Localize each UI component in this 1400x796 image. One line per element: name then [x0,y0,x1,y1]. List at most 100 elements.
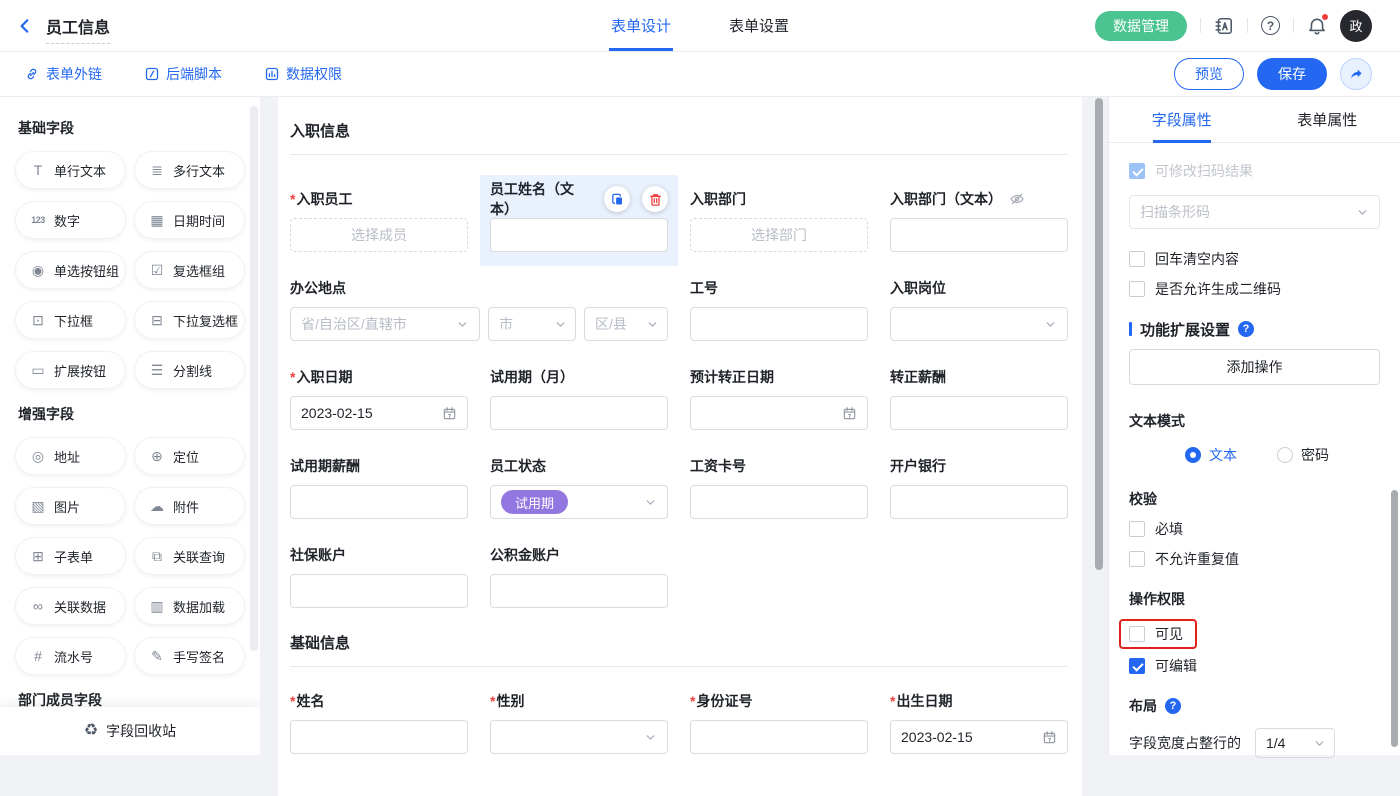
palette-item[interactable]: ☁ 附件 [135,488,244,524]
text-input[interactable] [690,485,868,519]
header-tab-active[interactable]: 表单设计 [611,0,671,51]
toolbar-link[interactable]: 数据权限 [264,64,342,84]
form-field[interactable]: *入职员工选择成员 [290,189,468,252]
add-action-button[interactable]: 添加操作 [1129,349,1380,385]
date-input[interactable]: 2023-02-15 [890,720,1068,754]
date-input[interactable]: 2023-02-15 [290,396,468,430]
form-field[interactable]: 工号 [690,278,868,341]
form-field[interactable]: 试用期薪酬 [290,456,468,519]
palette-item[interactable]: ✎ 手写签名 [135,638,244,674]
palette-item[interactable]: ▥ 数据加载 [135,588,244,624]
palette-item[interactable]: ⧉ 关联查询 [135,538,244,574]
text-input[interactable] [490,574,668,608]
select-control[interactable]: 试用期 [490,485,668,519]
form-field[interactable]: 入职部门（文本） [890,189,1068,252]
save-button[interactable]: 保存 [1257,58,1327,90]
palette-item[interactable]: # 流水号 [16,638,125,674]
form-field-selected[interactable]: 员工姓名（文本） [490,189,668,252]
palette-item[interactable]: ⊕ 定位 [135,438,244,474]
address-book-button[interactable] [1214,16,1234,36]
help-icon[interactable]: ? [1238,321,1254,337]
header-tab-inactive[interactable]: 表单设置 [729,0,789,51]
help-icon[interactable]: ? [1165,698,1181,714]
notification-button[interactable] [1307,16,1327,36]
address-select[interactable]: 区/县 [584,307,668,341]
hidden-field-button[interactable] [1009,191,1025,207]
text-input[interactable] [890,218,1068,252]
palette-item[interactable]: ▦ 日期时间 [135,202,244,238]
checkbox-checked[interactable] [1129,658,1145,674]
text-input[interactable] [890,396,1068,430]
share-button[interactable] [1340,58,1372,90]
palette-item[interactable]: T 单行文本 [16,152,125,188]
date-input[interactable] [690,396,868,430]
form-field[interactable]: *身份证号 [690,691,868,754]
avatar[interactable]: 政 [1340,10,1372,42]
palette-item[interactable]: ☰ 分割线 [135,352,244,388]
form-field[interactable]: 预计转正日期 [690,367,868,430]
radio-checked[interactable] [1185,447,1201,463]
palette-item[interactable]: ◉ 单选按钮组 [16,252,125,288]
form-field[interactable]: *入职日期2023-02-15 [290,367,468,430]
form-field[interactable]: *性别 [490,691,668,754]
form-field[interactable]: 社保账户 [290,545,468,608]
help-button[interactable]: ? [1261,16,1280,35]
text-input[interactable] [490,218,668,252]
form-field[interactable]: 公积金账户 [490,545,668,608]
form-field[interactable]: 办公地点省/自治区/直辖市市区/县 [290,278,668,341]
palette-item[interactable]: ⊡ 下拉框 [16,302,125,338]
text-input[interactable] [290,574,468,608]
radio-option[interactable]: 密码 [1277,445,1329,465]
picker-control[interactable]: 选择成员 [290,218,468,252]
form-field[interactable]: 试用期（月） [490,367,668,430]
radio[interactable] [1277,447,1293,463]
text-input[interactable] [690,307,868,341]
address-select[interactable]: 市 [488,307,576,341]
text-input[interactable] [690,720,868,754]
form-field[interactable]: *出生日期2023-02-15 [890,691,1068,754]
form-field[interactable]: *姓名 [290,691,468,754]
text-input[interactable] [290,720,468,754]
width-select[interactable]: 1/4 [1255,728,1335,758]
form-field[interactable]: 入职岗位 [890,278,1068,341]
toolbar-link[interactable]: 表单外链 [24,64,102,84]
panel-scrollbar[interactable] [1391,490,1398,747]
address-select[interactable]: 省/自治区/直辖市 [290,307,480,341]
picker-control[interactable]: 选择部门 [690,218,868,252]
form-field[interactable]: 转正薪酬 [890,367,1068,430]
text-input[interactable] [290,485,468,519]
palette-item[interactable]: 123 数字 [16,202,125,238]
form-field[interactable]: 工资卡号 [690,456,868,519]
delete-field-button[interactable] [642,186,668,212]
form-field[interactable]: 员工状态试用期 [490,456,668,519]
property-tab-inactive[interactable]: 表单属性 [1255,96,1400,142]
palette-item[interactable]: ◎ 地址 [16,438,125,474]
field-recycle-bin[interactable]: ♻ 字段回收站 [0,707,260,755]
property-tab-active[interactable]: 字段属性 [1109,96,1255,142]
checkbox[interactable] [1129,251,1145,267]
text-input[interactable] [890,485,1068,519]
back-button[interactable] [16,17,34,35]
canvas-scrollbar[interactable] [1095,98,1103,570]
palette-item[interactable]: ∞ 关联数据 [16,588,125,624]
data-manage-button[interactable]: 数据管理 [1095,11,1187,41]
text-input[interactable] [490,396,668,430]
form-field[interactable]: 入职部门选择部门 [690,189,868,252]
checkbox[interactable] [1129,521,1145,537]
copy-field-button[interactable] [604,186,630,212]
preview-button[interactable]: 预览 [1174,58,1244,90]
palette-scrollbar[interactable] [250,106,258,651]
checkbox-checked[interactable] [1129,163,1145,179]
checkbox[interactable] [1129,281,1145,297]
radio-option[interactable]: 文本 [1185,445,1237,465]
checkbox[interactable] [1129,626,1145,642]
palette-item[interactable]: ⊞ 子表单 [16,538,125,574]
toolbar-link[interactable]: 后端脚本 [144,64,222,84]
palette-item[interactable]: ▧ 图片 [16,488,125,524]
palette-item[interactable]: ☑ 复选框组 [135,252,244,288]
scan-type-select[interactable]: 扫描条形码 [1129,195,1380,229]
select-control[interactable] [490,720,668,754]
palette-item[interactable]: ▭ 扩展按钮 [16,352,125,388]
checkbox[interactable] [1129,551,1145,567]
palette-item[interactable]: ⊟ 下拉复选框 [135,302,244,338]
